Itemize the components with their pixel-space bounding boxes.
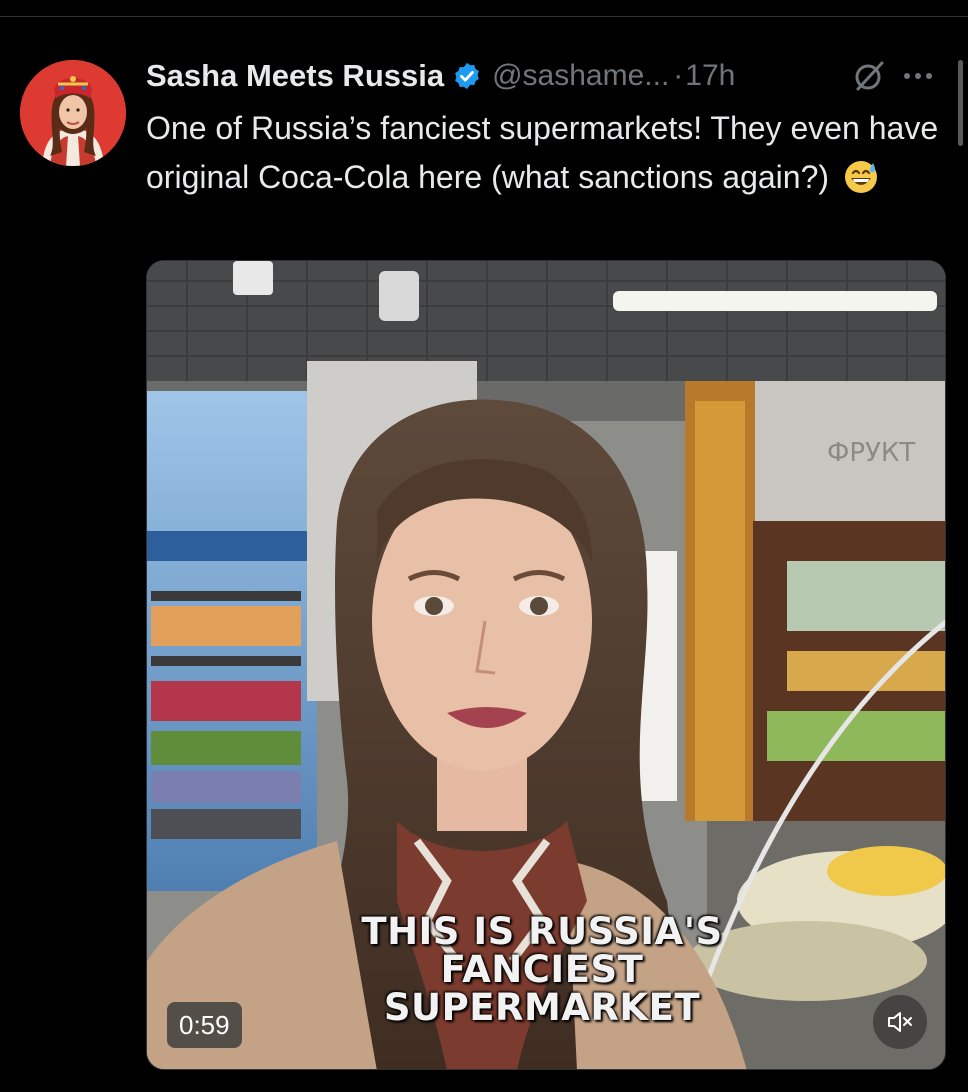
tweet-card[interactable]: Sasha Meets Russia @sashame... · 17h One… bbox=[0, 0, 968, 1092]
video-duration-badge: 0:59 bbox=[167, 1002, 242, 1048]
scrollbar-thumb[interactable] bbox=[958, 60, 963, 146]
mute-button[interactable] bbox=[873, 995, 927, 1049]
tweet-body: One of Russia’s fanciest supermarkets! T… bbox=[146, 110, 939, 195]
avatar[interactable] bbox=[20, 60, 126, 166]
meta-separator: · bbox=[673, 59, 684, 92]
speaker-muted-icon bbox=[888, 1012, 912, 1032]
tweet-header: Sasha Meets Russia @sashame... · 17h bbox=[146, 56, 938, 96]
caption-line: THIS IS RUSSIA'S bbox=[361, 910, 723, 953]
author-handle[interactable]: @sashame... bbox=[492, 59, 669, 93]
grok-icon[interactable] bbox=[852, 59, 886, 93]
video-caption: THIS IS RUSSIA'S FANCIEST SUPERMARKET bbox=[342, 913, 742, 1027]
verified-badge-icon[interactable] bbox=[452, 61, 482, 91]
caption-line: FANCIEST bbox=[440, 948, 644, 991]
avatar-portrait-image bbox=[20, 60, 126, 166]
caption-line: SUPERMARKET bbox=[383, 986, 701, 1029]
tweet-text: One of Russia’s fanciest supermarkets! T… bbox=[146, 104, 946, 202]
store-sign-text: ФРУКТ bbox=[827, 438, 915, 468]
tweet-timestamp[interactable]: 17h bbox=[685, 59, 735, 93]
more-options-icon[interactable] bbox=[898, 56, 938, 96]
author-display-name[interactable]: Sasha Meets Russia bbox=[146, 58, 444, 94]
grinning-face-with-sweat-emoji bbox=[842, 157, 880, 195]
video-player[interactable]: ФРУКТ THIS IS RUSSIA'S FANCIEST SUPERMAR… bbox=[146, 260, 946, 1070]
